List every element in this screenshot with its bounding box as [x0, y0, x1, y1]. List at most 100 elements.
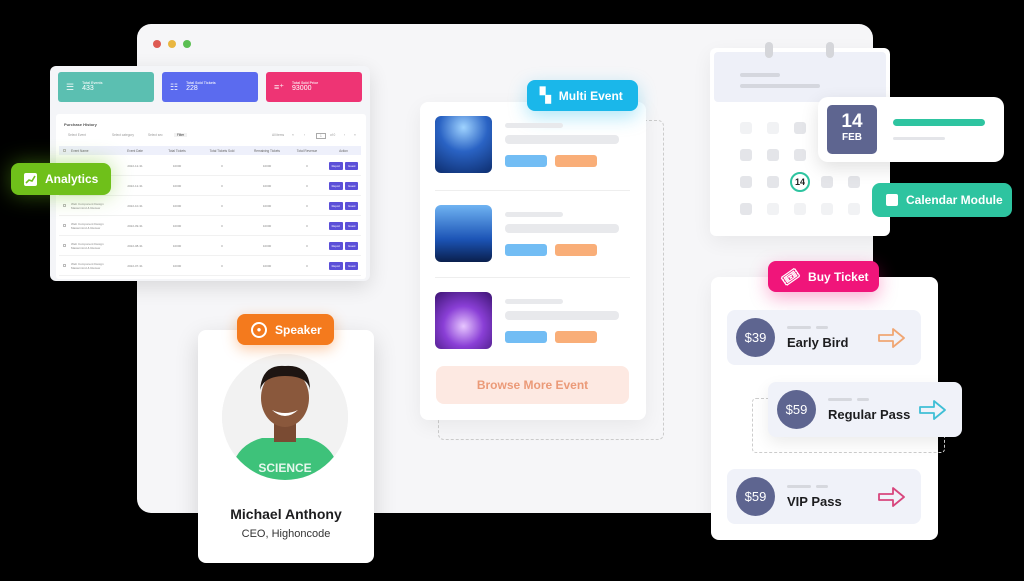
ticket-price: $59 [777, 390, 816, 429]
checklist-icon: ☷ [170, 81, 179, 92]
user-circle-icon: ● [251, 321, 267, 338]
event-title-bar [893, 119, 985, 126]
guest-button[interactable]: Guest [344, 161, 359, 170]
last-page-button[interactable]: » [354, 133, 356, 137]
row-checkbox[interactable] [63, 204, 66, 207]
report-button[interactable]: Report [328, 261, 343, 270]
select-status-dropdown[interactable]: Select sec [148, 133, 163, 137]
event-tag-orange [555, 331, 597, 343]
calendar-day-cell[interactable] [767, 149, 779, 161]
select-event-dropdown[interactable]: Select Event [68, 133, 86, 137]
column-header: Total Revenue [296, 148, 318, 153]
speaker-role: CEO, Highoncode [241, 528, 331, 540]
select-category-dropdown[interactable]: Select category [112, 133, 134, 137]
speaker-avatar: SCIENCE [222, 354, 348, 480]
prev-page-button[interactable]: « [292, 133, 294, 137]
calendar-day-cell[interactable] [821, 203, 833, 215]
ticket-price: $39 [736, 318, 775, 357]
buy-ticket-label: Buy Ticket [808, 269, 869, 284]
cell-tickets-sold: 0 [221, 183, 223, 188]
event-tag-blue [505, 244, 547, 256]
cell-remaining: 10000 [262, 163, 272, 168]
event-image-purple-crowd[interactable] [435, 292, 492, 349]
speaker-name: Michael Anthony [230, 506, 342, 522]
report-button[interactable]: Report [328, 161, 343, 170]
ticket-option-regular-pass[interactable]: $59 Regular Pass [768, 382, 962, 437]
report-button[interactable]: Report [328, 181, 343, 190]
column-header: Action [339, 148, 348, 153]
calendar-day-cell[interactable] [794, 203, 806, 215]
calendar-day-cell[interactable] [794, 149, 806, 161]
calendar-day-cell[interactable] [848, 203, 860, 215]
report-button[interactable]: Report [328, 201, 343, 210]
window-minimize-button[interactable] [168, 40, 176, 48]
row-checkbox[interactable] [63, 264, 66, 267]
ticket-option-early-bird[interactable]: $39 Early Bird [727, 310, 921, 365]
analytics-chart-icon [24, 172, 37, 186]
ticket-icon: 🎟 [778, 264, 804, 290]
table-row: Web Component Design Mastermind & Review… [59, 196, 361, 216]
guest-button[interactable]: Guest [344, 201, 359, 210]
guest-button[interactable]: Guest [344, 241, 359, 250]
guest-button[interactable]: Guest [344, 261, 359, 270]
prev-button[interactable]: ‹ [304, 133, 305, 137]
guest-button[interactable]: Guest [344, 221, 359, 230]
report-button[interactable]: Report [328, 221, 343, 230]
cell-remaining: 10000 [262, 243, 272, 248]
cell-total-tickets: 10000 [172, 163, 182, 168]
row-checkbox[interactable] [63, 244, 66, 247]
purchase-history-panel: Purchase History Select Event Select cat… [56, 114, 366, 279]
calendar-ring [826, 42, 834, 58]
calendar-title-placeholder [740, 73, 780, 77]
filter-button[interactable]: Filter [174, 133, 188, 137]
list-icon: ☰ [66, 81, 75, 92]
stat-value: 228 [186, 85, 198, 92]
cell-event-name: Web Component Design Mastermind & Review [71, 221, 104, 230]
arrow-right-icon[interactable] [918, 398, 948, 422]
calendar-day-cell[interactable] [821, 176, 833, 188]
multi-event-tag: ▚ Multi Event [527, 80, 638, 111]
window-close-button[interactable] [153, 40, 161, 48]
cell-revenue: 0 [306, 203, 308, 208]
ticket-name: Regular Pass [828, 406, 911, 422]
shirt-text: SCIENCE [258, 461, 311, 475]
date-month: FEB [842, 132, 862, 143]
guest-button[interactable]: Guest [344, 181, 359, 190]
page-input[interactable]: 1 [316, 133, 326, 139]
divider [435, 277, 630, 278]
cell-remaining: 10000 [262, 183, 272, 188]
ticket-option-vip-pass[interactable]: $59 VIP Pass [727, 469, 921, 524]
calendar-day-cell[interactable] [740, 176, 752, 188]
calendar-day-cell[interactable] [740, 149, 752, 161]
event-image-stage-lights[interactable] [435, 205, 492, 262]
calendar-icon [886, 194, 898, 206]
select-all-checkbox[interactable] [63, 149, 66, 152]
event-title-placeholder [505, 135, 619, 144]
add-list-icon: ≡⁺ [274, 81, 285, 92]
calendar-day-cell[interactable] [740, 122, 752, 134]
calendar-day-cell[interactable] [767, 176, 779, 188]
calendar-day-cell[interactable] [740, 203, 752, 215]
row-checkbox[interactable] [63, 224, 66, 227]
calendar-day-cell[interactable] [767, 122, 779, 134]
event-image-concert-crowd[interactable] [435, 116, 492, 173]
window-maximize-button[interactable] [183, 40, 191, 48]
calendar-day-cell[interactable] [794, 122, 806, 134]
calendar-day-cell[interactable] [848, 176, 860, 188]
cell-tickets-sold: 0 [221, 243, 223, 248]
cell-tickets-sold: 0 [221, 203, 223, 208]
report-button[interactable]: Report [328, 241, 343, 250]
browse-more-event-button[interactable]: Browse More Event [436, 366, 629, 404]
next-button[interactable]: › [344, 133, 345, 137]
stat-value: 93000 [292, 85, 312, 92]
speaker-tag-label: Speaker [275, 322, 322, 337]
calendar-day-highlighted[interactable]: 14 [790, 172, 810, 192]
arrow-right-icon[interactable] [877, 326, 907, 350]
table-row: Web Component Design Mastermind & Review… [59, 236, 361, 256]
event-tag-blue [505, 331, 547, 343]
filter-bar: Select Event Select category Select sec … [64, 133, 364, 141]
event-subtitle-placeholder [505, 123, 563, 128]
date-badge: 14 FEB [827, 105, 877, 154]
calendar-day-cell[interactable] [767, 203, 779, 215]
arrow-right-icon[interactable] [877, 485, 907, 509]
